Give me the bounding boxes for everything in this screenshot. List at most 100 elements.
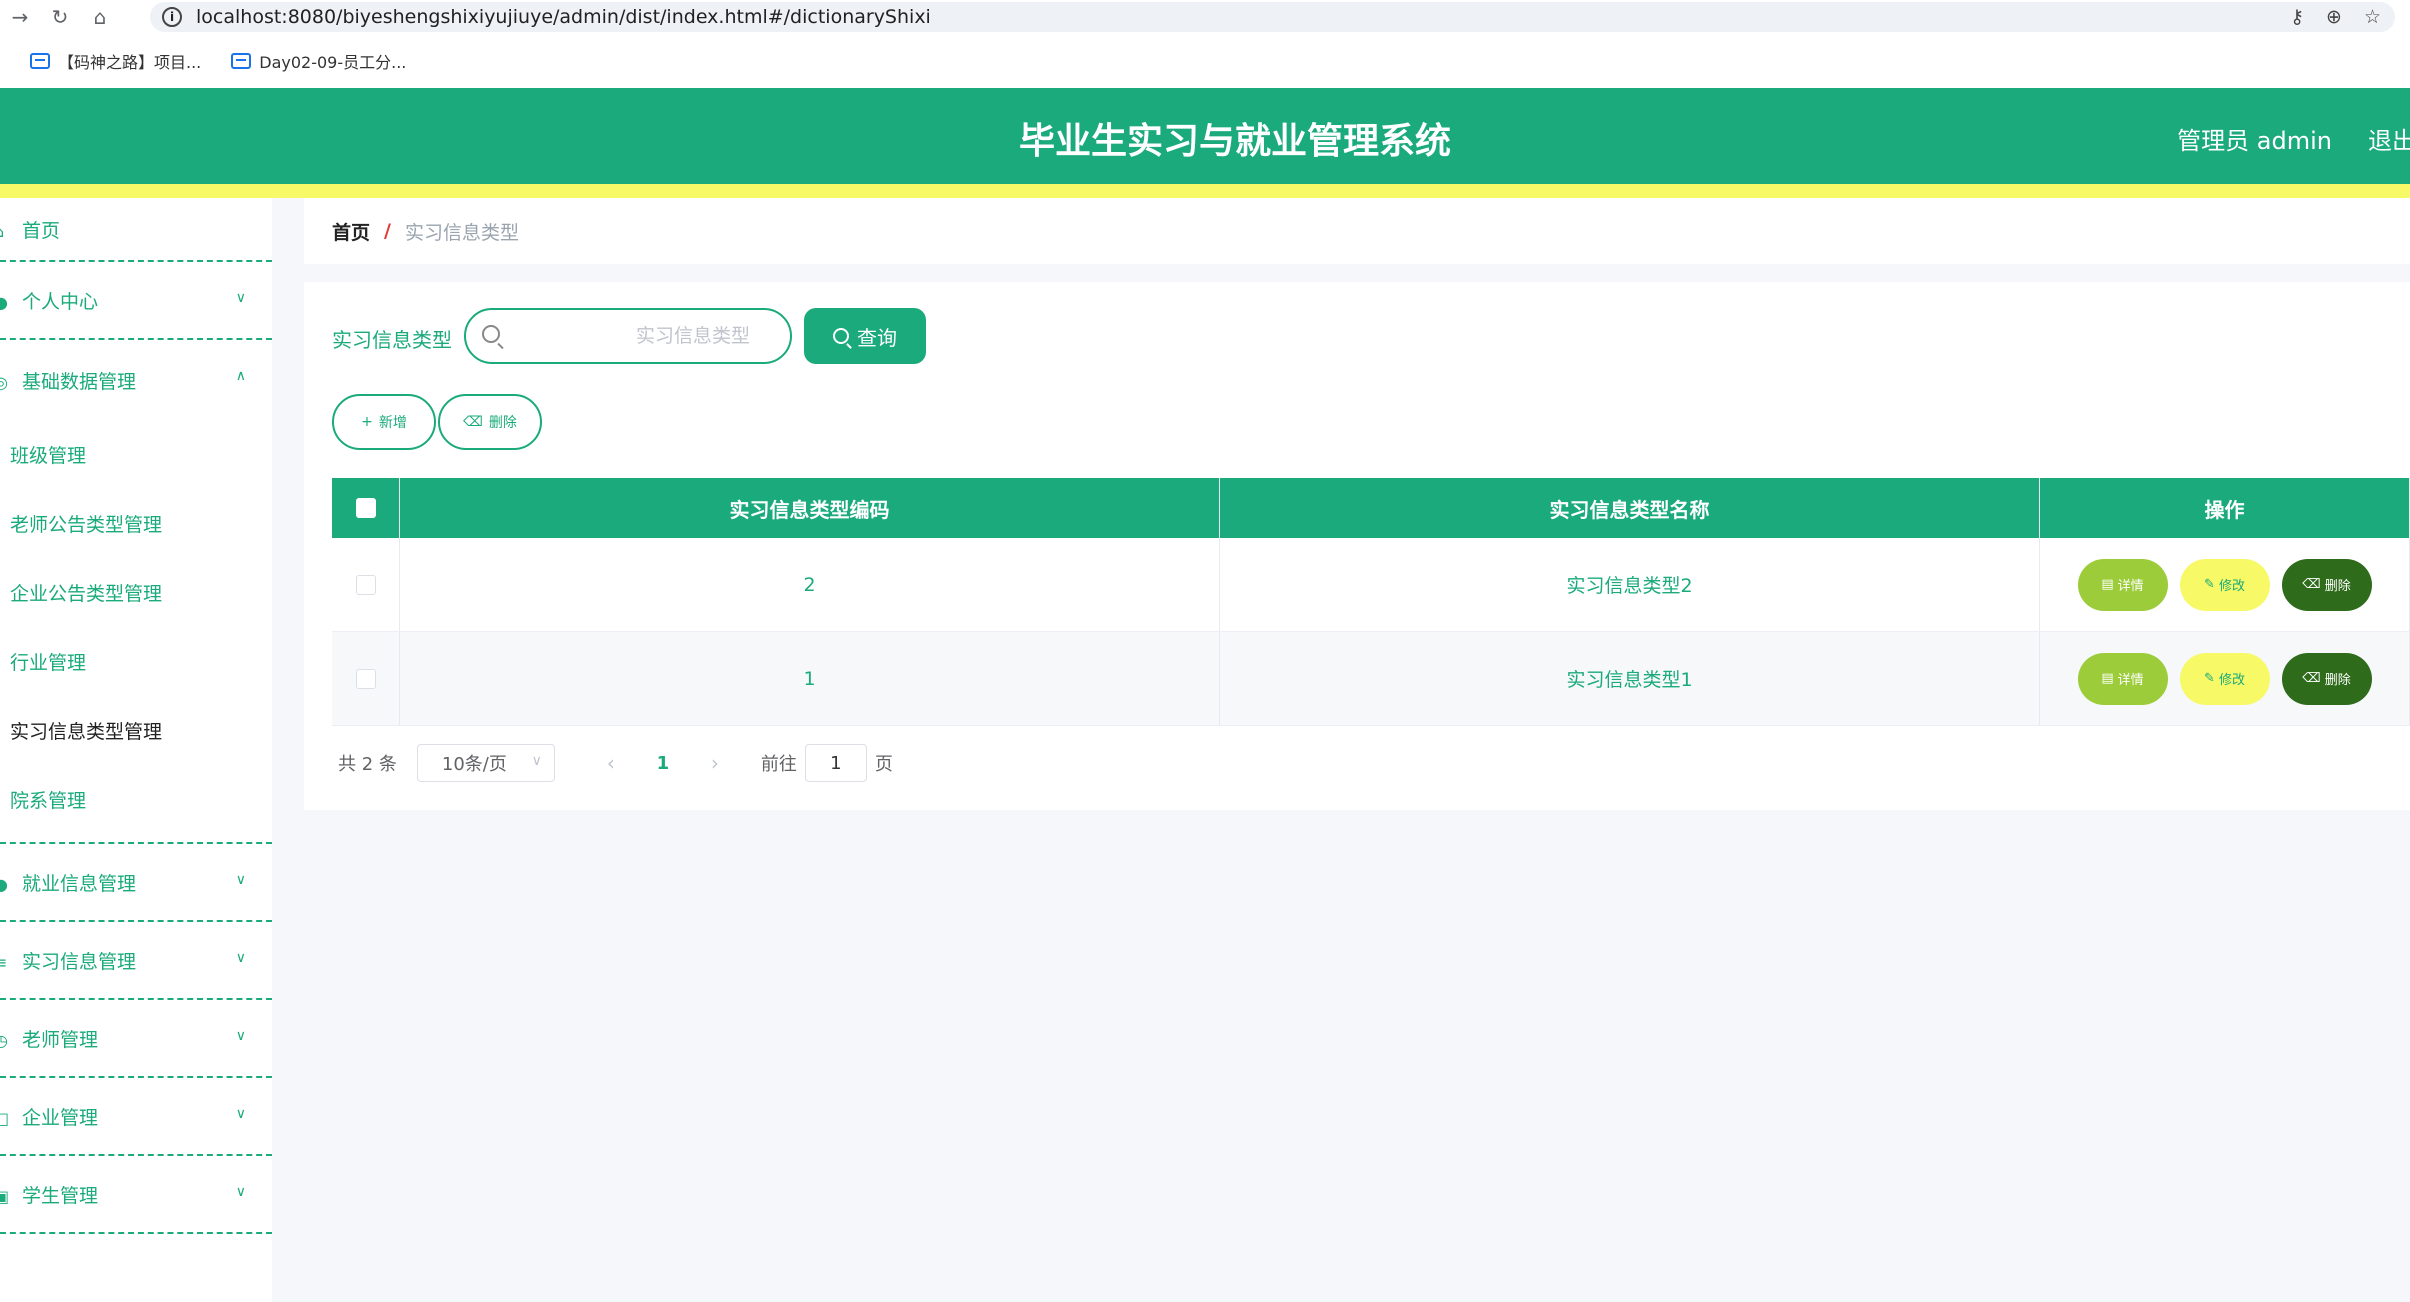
app-title: 毕业生实习与就业管理系统	[1018, 121, 1451, 162]
breadcrumb-current: 实习信息类型	[404, 221, 519, 244]
page-suffix: 页	[874, 754, 893, 775]
sidebar-item-label: 首页	[22, 219, 61, 242]
document-icon: ▤	[2101, 671, 2114, 686]
reload-icon[interactable]: ↻	[40, 0, 80, 34]
pagination: 共 2 条 10条/页 ∨ ‹ 1 › 前往 1 页	[338, 744, 893, 782]
sidebar-subitem-department[interactable]: 院系管理	[0, 765, 272, 834]
sidebar-item-personal[interactable]: ● 个人中心 ∨	[0, 262, 272, 340]
chevron-down-icon: ∨	[235, 1184, 246, 1200]
address-bar[interactable]: i localhost:8080/biyeshengshixiyujiuye/a…	[150, 2, 2395, 32]
sidebar-item-label: 老师管理	[22, 1028, 99, 1051]
sidebar-item-student[interactable]: ▣ 学生管理 ∨	[0, 1156, 272, 1234]
header-accent-strip	[0, 184, 2410, 198]
page-number[interactable]: 1	[637, 753, 689, 774]
student-icon: ▣	[0, 1187, 10, 1206]
search-field[interactable]	[464, 308, 792, 364]
table-header: 实习信息类型编码 实习信息类型名称 操作	[332, 478, 2410, 538]
document-icon: ▤	[2101, 577, 2114, 592]
delete-row-button[interactable]: ⌫ 删除	[2281, 652, 2372, 705]
bookmark-label: 【码神之路】项目...	[58, 53, 202, 72]
breadcrumb-home[interactable]: 首页	[332, 218, 370, 245]
sidebar: ⌂ 首页 ● 个人中心 ∨ ◎ 基础数据管理 ∧ 班级管理 老师公告类型管理 企…	[0, 198, 272, 1302]
chevron-down-icon: ∨	[235, 290, 246, 306]
sidebar-item-company[interactable]: □ 企业管理 ∨	[0, 1078, 272, 1156]
delete-button-label: 删除	[488, 415, 517, 431]
search-icon	[833, 328, 849, 344]
bookmark-item[interactable]: Day02-09-员工分...	[231, 49, 406, 73]
sidebar-item-label: 实习信息管理	[22, 950, 137, 973]
row-checkbox[interactable]	[355, 668, 376, 689]
chevron-up-icon: ∧	[235, 368, 246, 384]
chevron-down-icon: ∨	[235, 1106, 246, 1122]
content-panel: 实习信息类型 查询 + 新增 ⌫ 删除 实习信息类型编码 实习信息类型名称 操作…	[304, 282, 2410, 810]
search-button[interactable]: 查询	[804, 308, 926, 364]
edit-button-label: 修改	[2218, 673, 2245, 688]
next-page-button[interactable]: ›	[689, 751, 741, 775]
home-icon: ⌂	[0, 222, 8, 241]
row-checkbox[interactable]	[355, 574, 376, 595]
cell-code: 2	[400, 538, 1220, 631]
bilibili-icon	[231, 53, 252, 69]
trash-icon: ⌫	[2302, 577, 2321, 592]
add-button[interactable]: + 新增	[332, 394, 436, 450]
delete-row-button-label: 删除	[2324, 673, 2351, 688]
sidebar-item-employment[interactable]: ● 就业信息管理 ∨	[0, 844, 272, 922]
detail-button[interactable]: ▤ 详情	[2077, 652, 2168, 705]
goto-page-input[interactable]: 1	[804, 744, 867, 782]
trash-icon: ⌫	[463, 414, 483, 430]
sidebar-subitem-internship-type[interactable]: 实习信息类型管理	[0, 696, 272, 765]
url-text: localhost:8080/biyeshengshixiyujiuye/adm…	[196, 6, 931, 28]
sidebar-item-basic[interactable]: ◎ 基础数据管理 ∧	[0, 340, 272, 420]
sidebar-item-label: 基础数据管理	[22, 370, 137, 393]
pencil-icon: ✎	[2204, 671, 2215, 686]
sidebar-subitem-class[interactable]: 班级管理	[0, 420, 272, 489]
chevron-down-icon: ∨	[235, 1028, 246, 1044]
home-icon[interactable]: ⌂	[80, 0, 120, 34]
chevron-down-icon: ∨	[235, 950, 246, 966]
edit-button[interactable]: ✎ 修改	[2179, 558, 2270, 611]
logout-link[interactable]: 退出登录	[2368, 121, 2410, 156]
admin-label: 管理员 admin	[2177, 127, 2332, 155]
password-key-icon[interactable]: ⚷	[2290, 6, 2304, 28]
search-input[interactable]	[516, 318, 786, 354]
zoom-icon[interactable]: ⊕	[2326, 6, 2342, 28]
breadcrumb: 首页 / 实习信息类型	[304, 198, 2410, 264]
bookmark-label: Day02-09-员工分...	[259, 53, 407, 72]
prev-page-button[interactable]: ‹	[585, 751, 637, 775]
goto-label: 前往	[760, 754, 797, 775]
detail-button-label: 详情	[2117, 579, 2144, 594]
sidebar-item-label: 就业信息管理	[22, 872, 137, 895]
column-header-code: 实习信息类型编码	[400, 478, 1220, 538]
data-table: 实习信息类型编码 实习信息类型名称 操作 2 实习信息类型2 ▤ 详情 ✎ 修改 ⌫…	[332, 478, 2410, 726]
sidebar-item-home[interactable]: ⌂ 首页	[0, 198, 272, 262]
search-button-label: 查询	[857, 325, 897, 350]
pencil-icon: ✎	[2204, 577, 2215, 592]
sidebar-subitem-company-notice-type[interactable]: 企业公告类型管理	[0, 558, 272, 627]
sidebar-item-internship[interactable]: ≡ 实习信息管理 ∨	[0, 922, 272, 1000]
sidebar-subitem-teacher-notice-type[interactable]: 老师公告类型管理	[0, 489, 272, 558]
clock-icon: ◷	[0, 1031, 8, 1050]
page-size-value: 10条/页	[441, 754, 507, 775]
detail-button-label: 详情	[2117, 673, 2144, 688]
select-all-checkbox[interactable]	[355, 498, 376, 518]
bookmark-item[interactable]: 【码神之路】项目...	[30, 49, 201, 73]
delete-row-button[interactable]: ⌫ 删除	[2281, 558, 2372, 611]
batch-delete-button[interactable]: ⌫ 删除	[438, 394, 542, 450]
breadcrumb-separator: /	[384, 220, 391, 242]
bookmark-star-icon[interactable]: ☆	[2364, 6, 2381, 28]
building-icon: □	[0, 1109, 10, 1128]
sidebar-subitem-industry[interactable]: 行业管理	[0, 627, 272, 696]
app-header: 毕业生实习与就业管理系统 管理员 admin 退出登录	[0, 88, 2410, 184]
edit-button[interactable]: ✎ 修改	[2179, 652, 2270, 705]
delete-row-button-label: 删除	[2324, 579, 2351, 594]
page-size-select[interactable]: 10条/页 ∨	[416, 744, 555, 782]
cell-name: 实习信息类型2	[1220, 538, 2040, 631]
column-header-operations: 操作	[2040, 478, 2410, 538]
sidebar-item-teacher[interactable]: ◷ 老师管理 ∨	[0, 1000, 272, 1078]
back-icon[interactable]: →	[0, 0, 40, 34]
bookmarks-bar: 【码神之路】项目... Day02-09-员工分...	[0, 34, 2410, 88]
settings-icon: ◎	[0, 373, 8, 392]
detail-button[interactable]: ▤ 详情	[2077, 558, 2168, 611]
site-info-icon[interactable]: i	[162, 7, 182, 27]
cell-code: 1	[400, 632, 1220, 725]
